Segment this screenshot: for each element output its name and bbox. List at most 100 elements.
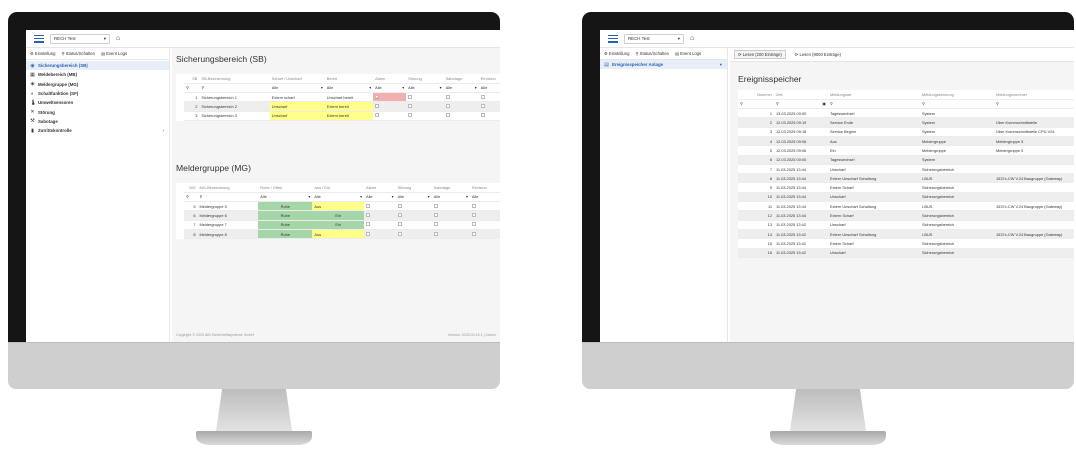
filter-select[interactable]: Alle▾	[472, 194, 500, 199]
column-header[interactable]: Scharf / Unscharf	[269, 74, 325, 84]
table-row[interactable]: 8 11.03.2025 13:44 Extern Unscharf Schaltu…	[738, 173, 1074, 184]
filter-select[interactable]: Alle▾	[366, 194, 394, 199]
status-checkbox[interactable]	[397, 213, 402, 218]
table-row[interactable]: 11 11.03.2025 13:44 Extern Unscharf Schalt…	[738, 201, 1074, 212]
column-header[interactable]: SB	[184, 74, 200, 84]
status-checkbox[interactable]	[471, 231, 476, 236]
account-select[interactable]: RECH Test ▾	[624, 33, 684, 44]
table-row[interactable]: 8 Meldergruppe 8 Ruhe Aus	[184, 229, 500, 240]
column-header[interactable]: Alarm	[373, 74, 407, 84]
status-checkbox[interactable]	[397, 203, 402, 208]
status-checkbox[interactable]	[480, 104, 485, 109]
table-row[interactable]: 2 12.03.2025 09:19 Service Ende System Über …	[738, 117, 1074, 128]
table-row[interactable]: 15 11.03.2025 13:42 Extern Scharf Sicherung…	[738, 238, 1074, 249]
status-checkbox[interactable]	[397, 231, 402, 236]
status-checkbox[interactable]	[433, 203, 438, 208]
read-8000-button[interactable]: ⟳ Lesen (8000 Einträge)	[792, 51, 844, 58]
status-checkbox[interactable]	[433, 222, 438, 227]
status-checkbox[interactable]	[375, 104, 380, 109]
filter-select[interactable]: Alle▾	[375, 85, 404, 90]
table-row[interactable]: 3 12.03.2025 09:18 Service Beginn System Übe…	[738, 127, 1074, 138]
menu-icon[interactable]	[34, 34, 44, 43]
table-row[interactable]: 1 13.03.2025 00:00 Tageswechsel System	[738, 108, 1074, 119]
filter-cell[interactable]: Alle▾	[258, 192, 313, 203]
filter-cell[interactable]: Alle▾	[478, 83, 500, 94]
column-header[interactable]: Revision	[469, 182, 500, 193]
filter-select[interactable]: Alle▾	[408, 85, 441, 90]
table-row[interactable]: 14 11.03.2025 13:42 Extern Unscharf Schalt…	[738, 229, 1074, 240]
calendar-icon[interactable]: ▣	[822, 101, 826, 106]
column-header[interactable]: Ruhe / Offen	[258, 182, 313, 193]
home-icon[interactable]: ⌂	[116, 35, 120, 42]
filter-select[interactable]: Alle▾	[434, 194, 468, 199]
sidebar-item[interactable]: ✕ Störung	[26, 107, 169, 116]
sidebar-item[interactable]: ◉ Sicherungsbereich (SB)	[26, 61, 169, 71]
filter-cell[interactable]: ⚲	[199, 83, 270, 94]
tab-setup[interactable]: ⚙ Einstellung	[30, 51, 55, 56]
sidebar-item-event-memory[interactable]: ▤ Ereignisspeicher Anlage ▾	[600, 60, 727, 70]
filter-cell[interactable]: Alle▾	[406, 83, 444, 94]
column-header[interactable]: Meldungsnummer	[994, 90, 1074, 100]
status-checkbox[interactable]	[480, 94, 485, 99]
status-checkbox[interactable]	[480, 113, 485, 118]
table-row[interactable]: 9 11.03.2025 13:44 Extern Scharf Sicherungs…	[738, 182, 1074, 193]
column-header[interactable]: Meldungskennung	[920, 90, 994, 100]
column-header[interactable]: Bereit	[324, 74, 374, 84]
filter-cell[interactable]: Alle▾	[431, 192, 470, 203]
table-row[interactable]: 12 11.03.2025 13:44 Extern Scharf Sicherung…	[738, 210, 1074, 221]
column-header[interactable]: Sabotage	[431, 182, 470, 193]
filter-cell[interactable]: Alle▾	[373, 83, 407, 94]
status-checkbox[interactable]	[408, 104, 413, 109]
column-header[interactable]: Aus / Ein	[312, 182, 365, 193]
status-checkbox[interactable]	[433, 231, 438, 236]
filter-cell[interactable]: ⚲	[184, 83, 200, 94]
table-row[interactable]: 5 12.03.2025 09:06 Ein Meldergruppe Meldergr…	[738, 145, 1074, 156]
read-200-button[interactable]: ⟳ Lesen (200 Einträge)	[734, 50, 786, 59]
filter-cell[interactable]: Alle▾	[324, 83, 374, 94]
status-checkbox[interactable]	[433, 213, 438, 218]
menu-icon[interactable]	[608, 34, 618, 43]
column-header[interactable]: Revision	[478, 74, 500, 84]
filter-cell[interactable]: Alle▾	[443, 83, 479, 94]
column-header[interactable]: Störung	[395, 182, 432, 193]
status-checkbox[interactable]	[471, 203, 476, 208]
tab-setup[interactable]: ⚙ Einstellung	[604, 51, 629, 56]
status-checkbox[interactable]	[366, 231, 371, 236]
table-row[interactable]: 7 Meldergruppe 7 Ruhe Ein	[184, 220, 500, 230]
filter-cell[interactable]: Alle▾	[364, 192, 396, 203]
filter-cell[interactable]: ⚲	[197, 192, 259, 203]
status-checkbox[interactable]	[366, 222, 371, 227]
filter-select[interactable]: Alle▾	[481, 85, 500, 90]
filter-select[interactable]: Alle▾	[446, 85, 477, 90]
column-header[interactable]: Sabotage	[443, 74, 479, 84]
sidebar-item[interactable]: ▦ Meldebereich (MB)	[26, 70, 169, 79]
sidebar-item[interactable]: ⚒ Sabotage	[26, 117, 169, 126]
filter-cell[interactable]: Alle▾	[469, 192, 500, 203]
status-checkbox[interactable]	[445, 104, 450, 109]
table-row[interactable]: 6 12.03.2025 00:00 Tageswechsel System	[738, 155, 1074, 165]
sidebar-item[interactable]: ▮ Zutrittskontrolle ›	[26, 126, 169, 135]
tab-status[interactable]: ⚲ Status/Schalten	[635, 51, 669, 56]
sidebar-item[interactable]: ◐ Schaltfunktion (SF)	[26, 89, 169, 98]
column-header[interactable]: Alarm	[364, 182, 396, 193]
filter-cell[interactable]: ⚲	[994, 99, 1074, 110]
status-checkbox[interactable]	[408, 94, 413, 99]
filter-cell[interactable]: Alle▾	[395, 192, 432, 203]
filter-cell[interactable]: Alle▾	[312, 192, 365, 203]
status-checkbox[interactable]	[397, 222, 402, 227]
filter-select[interactable]: Alle▾	[398, 194, 430, 199]
table-row[interactable]: 1 Sicherungsbereich 1 Extern scharf Unschar…	[184, 92, 500, 103]
filter-select[interactable]: Alle▾	[272, 85, 323, 90]
filter-select[interactable]: Alle▾	[327, 85, 371, 90]
filter-cell[interactable]: ⚲	[828, 99, 920, 110]
filter-cell[interactable]: Alle▾	[269, 83, 325, 94]
sidebar-item[interactable]: 🌡 Umweltsensoren	[26, 98, 169, 107]
status-checkbox[interactable]: ✓	[375, 94, 380, 100]
column-header[interactable]: Störung	[406, 74, 444, 84]
filter-select[interactable]: Alle▾	[260, 194, 310, 199]
table-row[interactable]: 3 Sicherungsbereich 3 Unscharf Extern berei…	[184, 111, 500, 122]
status-checkbox[interactable]	[471, 213, 476, 218]
table-row[interactable]: 16 11.03.2025 13:42 Unscharf Sicherungsbere…	[738, 248, 1074, 258]
filter-select[interactable]: Alle▾	[314, 194, 362, 199]
column-header[interactable]: MG-Bezeichnung	[197, 182, 259, 193]
